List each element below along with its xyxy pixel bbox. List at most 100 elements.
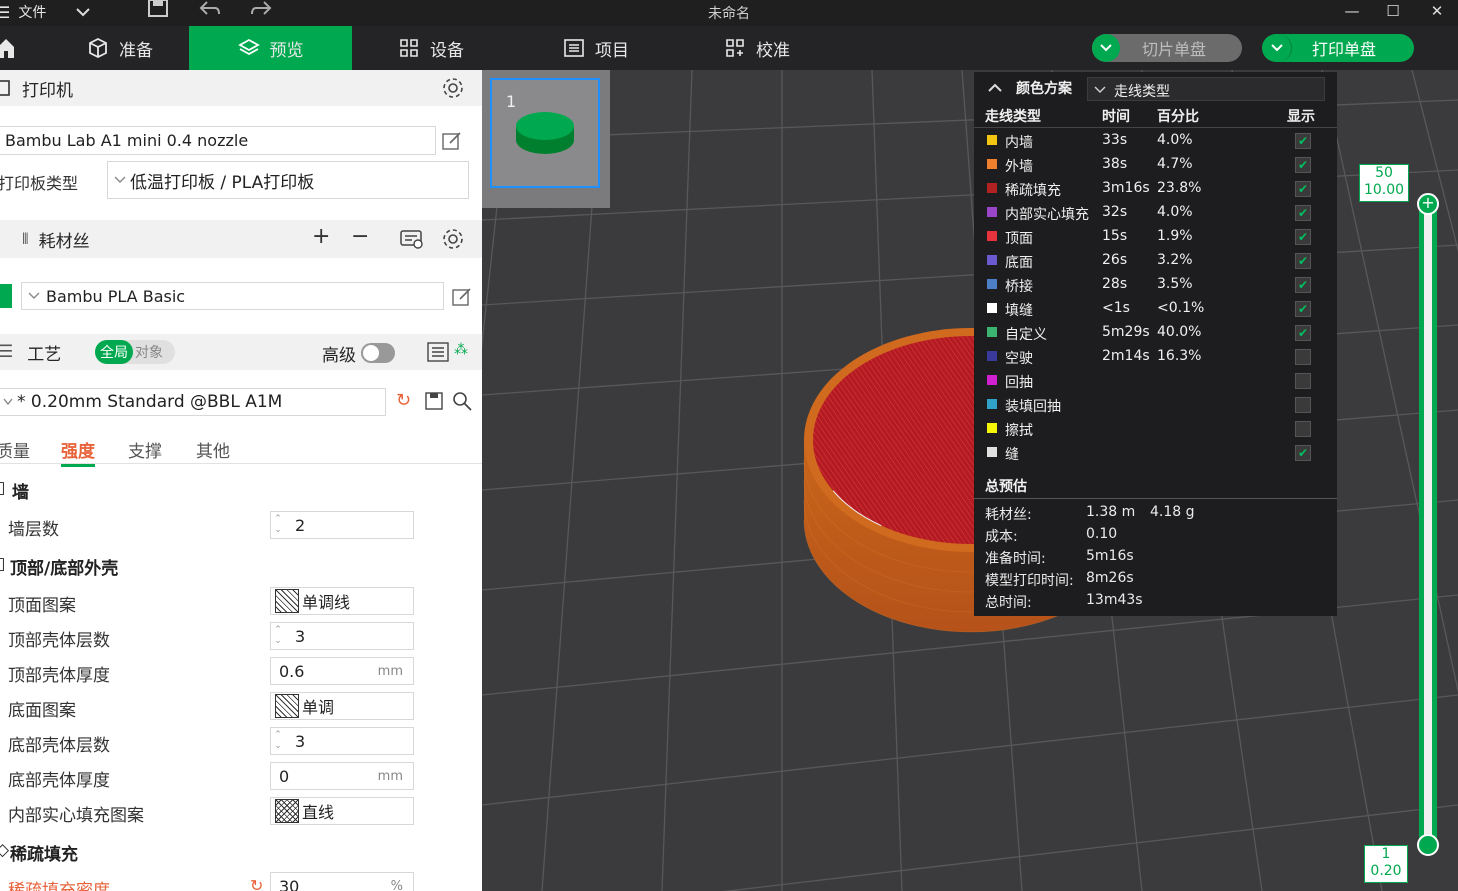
legend-visibility-checkbox[interactable] (1295, 349, 1311, 365)
reset-icon[interactable]: ↻ (396, 390, 411, 411)
shell-group-icon: ▯ (0, 554, 6, 574)
remove-filament-button[interactable]: − (351, 224, 369, 249)
subtab-support[interactable]: 支撑 (128, 437, 162, 462)
top-thickness-input[interactable]: 0.6 mm (270, 657, 414, 685)
subtab-strength[interactable]: 强度 (61, 437, 95, 467)
legend-color-swatch (987, 159, 997, 169)
legend-visibility-checkbox[interactable] (1295, 397, 1311, 413)
internal-solid-select[interactable]: 直线 (270, 797, 414, 825)
chevron-down-icon (28, 292, 40, 299)
collapse-icon[interactable] (988, 83, 1002, 93)
title-bar: ☰ 文件 未命名 — ☐ ✕ (0, 0, 1458, 26)
filament-section-header[interactable]: ⦀ 耗材丝 + − (0, 220, 482, 258)
legend-visibility-checkbox[interactable]: ✔ (1295, 325, 1311, 341)
gear-icon[interactable] (442, 228, 464, 250)
close-button[interactable]: ✕ (1422, 2, 1452, 24)
window-title: 未命名 (708, 6, 750, 22)
legend-row: 填缝 <1s <0.1% ✔ (974, 297, 1337, 321)
chevron-down-icon (1094, 86, 1106, 94)
legend-visibility-checkbox[interactable] (1295, 373, 1311, 389)
save-icon[interactable] (425, 392, 443, 410)
search-icon[interactable] (452, 391, 472, 411)
legend-visibility-checkbox[interactable]: ✔ (1295, 301, 1311, 317)
legend-type-name: 回抽 (1005, 375, 1033, 391)
top-handle[interactable]: + (1417, 193, 1439, 215)
wall-loops-input[interactable]: ⌃ ⌄ 2 (270, 511, 414, 539)
legend-visibility-checkbox[interactable]: ✔ (1295, 445, 1311, 461)
plate-thumbnail[interactable]: 1 (490, 78, 600, 188)
legend-type-name: 缝 (1005, 447, 1019, 463)
prep-time-label: 准备时间: (985, 551, 1046, 567)
legend-visibility-checkbox[interactable]: ✔ (1295, 277, 1311, 293)
bottom-layers-input[interactable]: ⌃ ⌄ 3 (270, 727, 414, 755)
legend-visibility-checkbox[interactable]: ✔ (1295, 253, 1311, 269)
process-icon: ☰ (0, 342, 14, 362)
add-filament-button[interactable]: + (312, 224, 330, 249)
process-section-header[interactable]: ☰ 工艺 全局 对象 高级 ⁂ (0, 334, 482, 370)
tab-project[interactable]: 项目 (563, 26, 629, 70)
compare-icon[interactable]: ⁂ (454, 342, 468, 358)
legend-visibility-checkbox[interactable] (1295, 421, 1311, 437)
legend-visibility-checkbox[interactable]: ✔ (1295, 181, 1311, 197)
legend-type-name: 内墙 (1005, 135, 1033, 151)
printer-select[interactable]: Bambu Lab A1 mini 0.4 nozzle (0, 126, 436, 155)
printer-section-header[interactable]: 打印机 (0, 70, 482, 106)
global-object-toggle[interactable]: 全局 对象 (95, 340, 175, 364)
chevron-down-icon (3, 398, 13, 406)
infill-density-input[interactable]: 30 % (270, 872, 414, 891)
subtab-others[interactable]: 其他 (196, 437, 230, 462)
filament-select[interactable]: Bambu PLA Basic (21, 282, 444, 310)
slice-plate-button[interactable]: 切片单盘 (1092, 34, 1242, 62)
legend-row: 外墙 38s 4.7% ✔ (974, 153, 1337, 177)
tab-calibration[interactable]: 校准 (724, 26, 790, 70)
toggle-global[interactable]: 全局 (95, 340, 133, 364)
gear-icon[interactable] (442, 77, 464, 99)
legend-visibility-checkbox[interactable]: ✔ (1295, 133, 1311, 149)
top-pattern-select[interactable]: 单调线 (270, 587, 414, 615)
top-layers-stepper[interactable]: ⌃ ⌄ (271, 625, 285, 649)
tab-preview-label: 预览 (269, 40, 304, 61)
legend-color-swatch (987, 255, 997, 265)
bottom-handle[interactable] (1417, 834, 1439, 856)
tab-preview[interactable]: 预览 (189, 26, 352, 70)
tab-prepare[interactable]: 准备 (52, 26, 188, 70)
switch-knob (363, 345, 379, 361)
maximize-button[interactable]: ☐ (1378, 2, 1408, 24)
legend-visibility-checkbox[interactable]: ✔ (1295, 229, 1311, 245)
edit-icon[interactable] (452, 287, 472, 307)
list-view-icon[interactable] (427, 342, 449, 362)
edit-icon[interactable] (442, 131, 462, 151)
filament-label: 耗材丝: (985, 507, 1032, 523)
legend-visibility-checkbox[interactable]: ✔ (1295, 157, 1311, 173)
advanced-switch[interactable] (361, 343, 395, 363)
legend-visibility-checkbox[interactable]: ✔ (1295, 205, 1311, 221)
scheme-select[interactable]: 走线类型 (1087, 77, 1325, 101)
home-icon[interactable] (0, 37, 14, 59)
wall-loops-stepper[interactable]: ⌃ ⌄ (271, 514, 285, 538)
plate-type-label: 打印板类型 (0, 174, 79, 193)
bottom-layer-label: 1 0.20 (1364, 845, 1408, 883)
layer-slider-track[interactable] (1419, 203, 1437, 845)
tab-device[interactable]: 设备 (398, 26, 464, 70)
filament-color-swatch[interactable] (0, 284, 12, 308)
toggle-object[interactable]: 对象 (135, 342, 163, 362)
plate-type-select[interactable]: 低温打印板 / PLA打印板 (107, 161, 469, 199)
legend-row: 缝 ✔ (974, 441, 1337, 465)
reset-icon[interactable]: ↻ (250, 876, 263, 891)
process-profile-select[interactable]: * 0.20mm Standard @BBL A1M (0, 388, 386, 416)
slice-dropdown-toggle[interactable] (1092, 34, 1120, 62)
bottom-layers-stepper[interactable]: ⌃ ⌄ (271, 730, 285, 754)
print-dropdown-toggle[interactable] (1262, 34, 1292, 62)
top-layers-input[interactable]: ⌃ ⌄ 3 (270, 622, 414, 650)
subtab-quality[interactable]: 质量 (0, 437, 30, 462)
legend-time: 32s (1102, 204, 1128, 220)
legend-row: 自定义 5m29s 40.0% ✔ (974, 321, 1337, 345)
legend-row: 顶面 15s 1.9% ✔ (974, 225, 1337, 249)
bottom-thickness-input[interactable]: 0 mm (270, 762, 414, 790)
filament-sync-icon[interactable] (400, 228, 424, 250)
minimize-button[interactable]: — (1337, 2, 1367, 24)
chevron-down-icon (1270, 44, 1283, 52)
legend-color-swatch (987, 327, 997, 337)
bottom-pattern-select[interactable]: 单调 (270, 692, 414, 720)
print-plate-button[interactable]: 打印单盘 (1262, 34, 1414, 62)
